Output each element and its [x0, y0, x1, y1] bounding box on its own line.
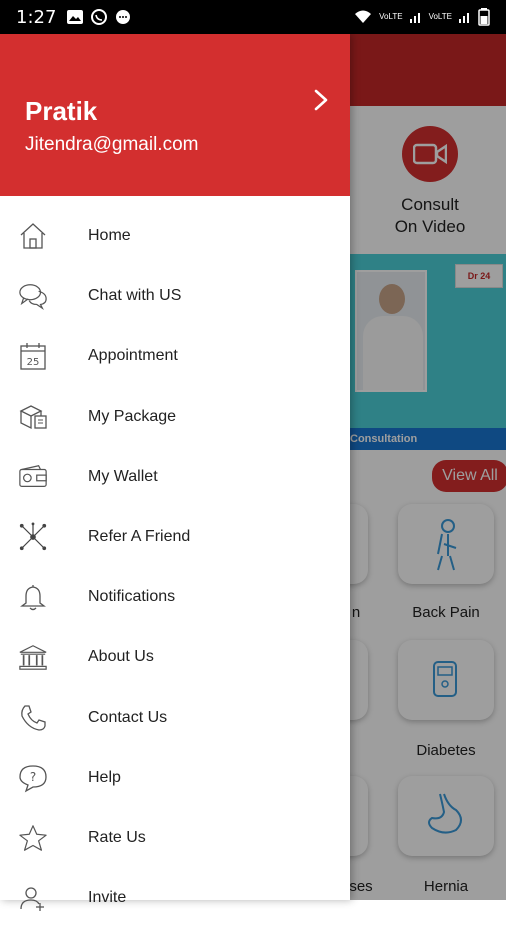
- menu-label: Invite: [88, 889, 127, 907]
- gallery-icon: [67, 10, 84, 24]
- menu-item-appointment[interactable]: 25 Appointment: [0, 326, 350, 386]
- menu-item-contact[interactable]: Contact Us: [0, 688, 350, 748]
- chat-icon: [18, 281, 48, 311]
- wallet-icon: [18, 462, 48, 492]
- calendar-icon: 25: [18, 341, 48, 371]
- menu-label: About Us: [88, 648, 154, 666]
- whatsapp-icon: [91, 9, 108, 25]
- menu-label: Refer A Friend: [88, 528, 191, 546]
- menu-label: Notifications: [88, 588, 176, 606]
- menu-item-wallet[interactable]: My Wallet: [0, 447, 350, 507]
- package-icon: [18, 402, 48, 432]
- menu-item-chat[interactable]: Chat with US: [0, 266, 350, 326]
- drawer-menu: Home Chat with US 25 Appointment My Pack…: [0, 206, 350, 928]
- bank-icon: [18, 642, 48, 672]
- menu-item-refer[interactable]: Refer A Friend: [0, 507, 350, 567]
- network-label-2: VoLTE: [428, 12, 452, 21]
- invite-icon: [18, 883, 48, 913]
- star-icon: [18, 823, 48, 853]
- navigation-drawer: Pratik Jitendra@gmail.com Home Chat with…: [0, 34, 350, 912]
- signal-icon: [409, 13, 420, 23]
- menu-label: Appointment: [88, 347, 178, 365]
- status-time: 1:27: [16, 6, 57, 28]
- menu-item-package[interactable]: My Package: [0, 387, 350, 447]
- menu-label: My Wallet: [88, 467, 158, 485]
- chevron-right-icon[interactable]: [310, 88, 332, 112]
- menu-item-about[interactable]: About Us: [0, 627, 350, 687]
- menu-label: My Package: [88, 407, 177, 425]
- menu-label: Home: [88, 227, 131, 245]
- menu-item-invite[interactable]: Invite: [0, 868, 350, 928]
- menu-item-help[interactable]: ? Help: [0, 748, 350, 808]
- battery-icon: [478, 8, 490, 26]
- menu-label: Contact Us: [88, 708, 168, 726]
- bell-icon: [18, 582, 48, 612]
- status-bar: 1:27 VoLTE VoLTE: [0, 0, 506, 34]
- chat-bubble-icon: [116, 10, 131, 24]
- menu-label: Rate Us: [88, 828, 146, 846]
- menu-item-notifications[interactable]: Notifications: [0, 567, 350, 627]
- help-icon: ?: [18, 763, 48, 793]
- home-icon: [18, 221, 48, 251]
- menu-label: Help: [88, 768, 121, 786]
- wifi-icon: [355, 10, 372, 23]
- share-network-icon: [18, 522, 48, 552]
- svg-text:25: 25: [27, 357, 40, 368]
- menu-item-rate[interactable]: Rate Us: [0, 808, 350, 868]
- menu-item-home[interactable]: Home: [0, 206, 350, 266]
- user-email: Jitendra@gmail.com: [25, 134, 199, 155]
- menu-label: Chat with US: [88, 287, 182, 305]
- network-label-1: VoLTE: [379, 12, 403, 21]
- drawer-header[interactable]: Pratik Jitendra@gmail.com: [0, 34, 350, 196]
- signal-icon: [459, 13, 469, 23]
- phone-icon: [18, 703, 48, 733]
- svg-text:?: ?: [30, 770, 36, 784]
- user-name: Pratik: [25, 96, 98, 126]
